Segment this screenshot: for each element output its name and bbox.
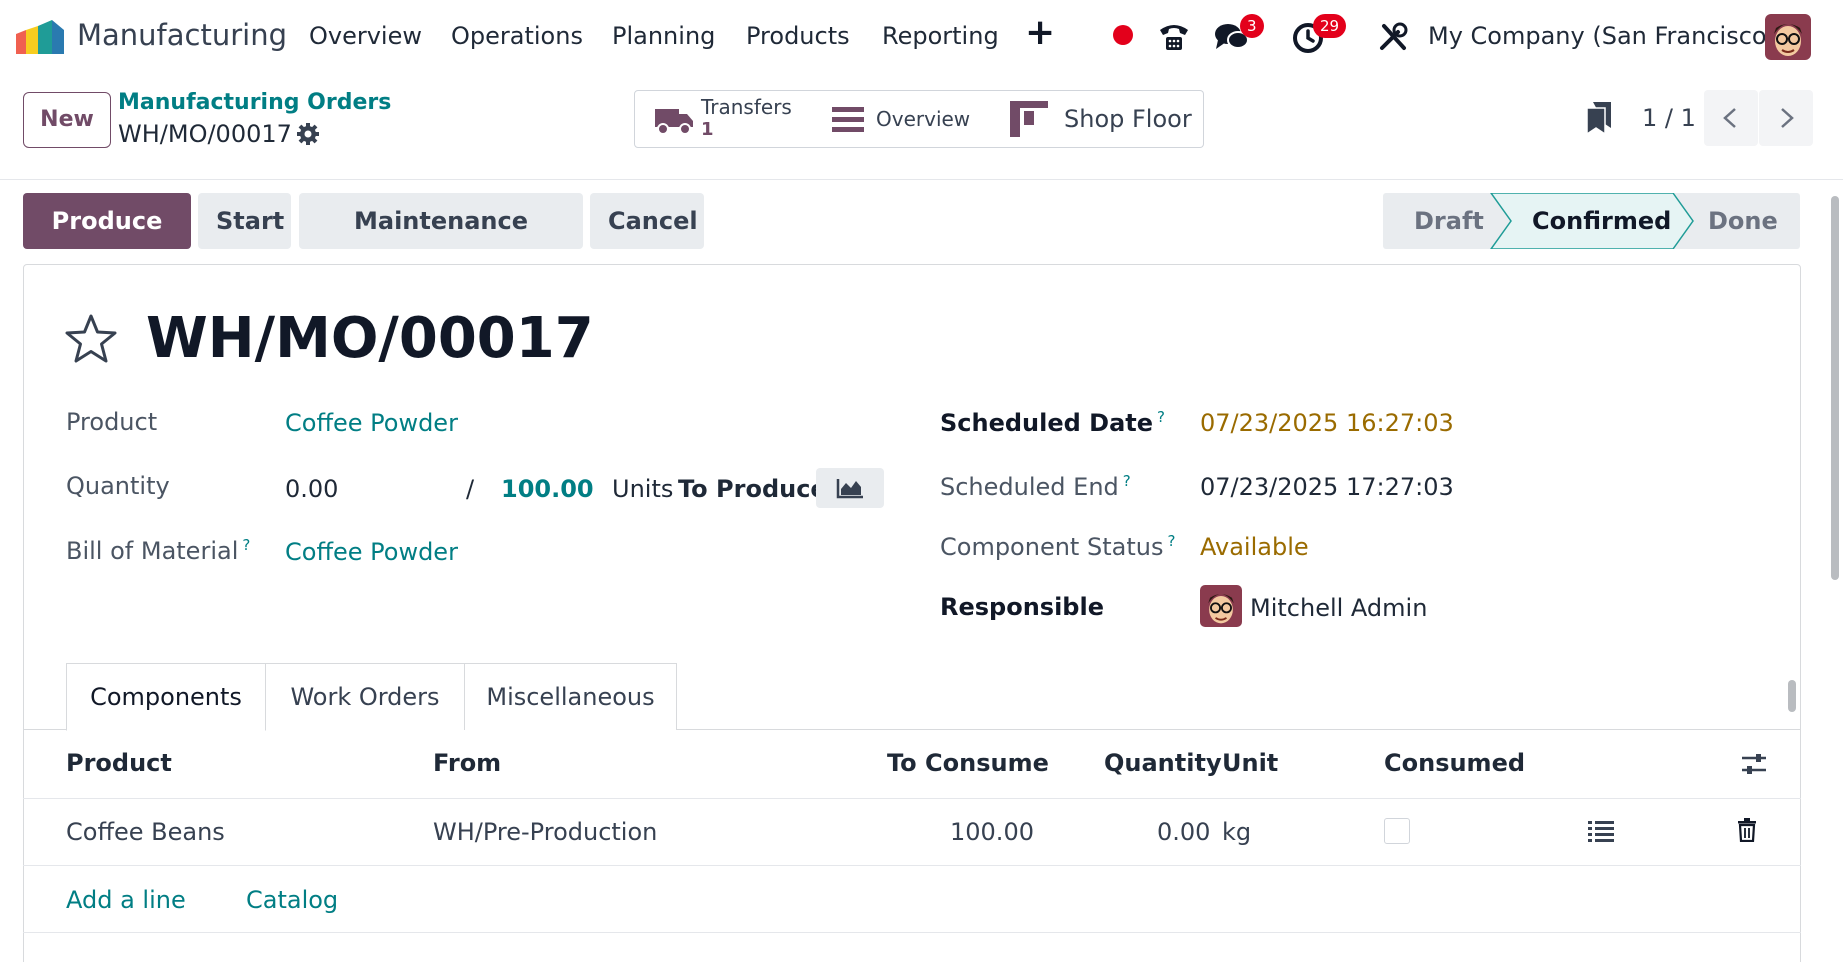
col-header-to-consume[interactable]: To Consume bbox=[887, 749, 1049, 777]
menu-overview[interactable]: Overview bbox=[309, 22, 422, 50]
breadcrumb-current: WH/MO/00017 bbox=[118, 120, 292, 148]
messages-badge: 3 bbox=[1240, 14, 1264, 38]
area-chart-icon bbox=[836, 479, 863, 499]
status-draft[interactable]: Draft bbox=[1414, 207, 1484, 235]
trash-icon[interactable] bbox=[1737, 818, 1757, 842]
header-row-divider bbox=[23, 798, 1801, 799]
forecast-report-button[interactable] bbox=[816, 468, 884, 508]
status-bar: Draft Confirmed Done bbox=[1383, 193, 1800, 249]
status-done[interactable]: Done bbox=[1708, 207, 1778, 235]
pager-previous-button[interactable] bbox=[1704, 90, 1758, 146]
list-bars-icon bbox=[832, 107, 864, 132]
produce-all-button[interactable]: Produce All bbox=[23, 193, 191, 291]
quantity-label: Quantity bbox=[66, 472, 170, 500]
debug-tools-icon[interactable] bbox=[1378, 22, 1408, 52]
responsible-label: Responsible bbox=[940, 593, 1104, 621]
overview-label: Overview bbox=[876, 107, 971, 131]
plus-icon[interactable]: + bbox=[1025, 12, 1055, 53]
row-unit[interactable]: kg bbox=[1222, 818, 1251, 846]
bom-label: Bill of Material? bbox=[66, 536, 251, 565]
start-button[interactable]: Start bbox=[198, 193, 291, 249]
status-confirmed[interactable]: Confirmed bbox=[1532, 207, 1671, 235]
bookmark-icon[interactable] bbox=[1587, 102, 1611, 134]
transfers-smart-button[interactable]: Transfers 1 bbox=[634, 90, 817, 148]
component-status-label: Component Status? bbox=[940, 532, 1176, 561]
col-header-product[interactable]: Product bbox=[66, 749, 172, 777]
top-navbar: Manufacturing Overview Operations Planni… bbox=[0, 0, 1843, 72]
truck-icon bbox=[655, 109, 693, 135]
component-status-value: Available bbox=[1200, 533, 1309, 561]
cancel-button[interactable]: Cancel bbox=[590, 193, 704, 249]
user-avatar[interactable] bbox=[1765, 14, 1811, 60]
scheduled-end-field[interactable]: 07/23/2025 17:27:03 bbox=[1200, 473, 1454, 501]
manufacturing-app-icon[interactable] bbox=[16, 20, 64, 54]
shop-floor-icon bbox=[1010, 101, 1048, 137]
new-button[interactable]: New bbox=[23, 92, 111, 148]
quantity-produced-field[interactable]: 0.00 bbox=[285, 475, 338, 503]
responsible-field[interactable]: Mitchell Admin bbox=[1250, 594, 1427, 622]
help-icon[interactable]: ? bbox=[242, 536, 250, 554]
phone-icon[interactable] bbox=[1157, 20, 1191, 52]
quantity-target-field[interactable]: 100.00 bbox=[501, 475, 594, 503]
col-header-from[interactable]: From bbox=[433, 749, 501, 777]
scheduled-date-label: Scheduled Date? bbox=[940, 408, 1166, 437]
col-header-quantity[interactable]: Quantity bbox=[1104, 749, 1222, 777]
chevron-left-icon bbox=[1723, 108, 1736, 128]
menu-products[interactable]: Products bbox=[746, 22, 850, 50]
quantity-separator: / bbox=[466, 475, 475, 503]
row-from[interactable]: WH/Pre-Production bbox=[433, 818, 657, 846]
catalog-link[interactable]: Catalog bbox=[246, 886, 338, 914]
tab-miscellaneous[interactable]: Miscellaneous bbox=[464, 663, 677, 730]
app-name[interactable]: Manufacturing bbox=[77, 18, 287, 52]
shop-floor-label: Shop Floor bbox=[1064, 105, 1192, 133]
scheduled-end-label: Scheduled End? bbox=[940, 472, 1131, 501]
menu-operations[interactable]: Operations bbox=[451, 22, 583, 50]
tab-scrollbar[interactable] bbox=[1788, 680, 1796, 712]
gear-icon[interactable] bbox=[296, 122, 320, 146]
responsible-avatar bbox=[1200, 585, 1242, 627]
row-product[interactable]: Coffee Beans bbox=[66, 818, 225, 846]
col-header-consumed[interactable]: Consumed bbox=[1384, 749, 1525, 777]
optional-columns-icon[interactable] bbox=[1741, 752, 1767, 776]
bom-field[interactable]: Coffee Powder bbox=[285, 538, 458, 566]
help-icon[interactable]: ? bbox=[1123, 472, 1131, 490]
star-icon[interactable] bbox=[64, 313, 118, 365]
transfers-label: Transfers bbox=[701, 95, 792, 119]
breadcrumb-parent[interactable]: Manufacturing Orders bbox=[118, 90, 391, 115]
help-icon[interactable]: ? bbox=[1167, 532, 1175, 550]
footer-divider bbox=[23, 932, 1801, 933]
recording-dot-icon[interactable] bbox=[1113, 25, 1133, 45]
row-to-consume[interactable]: 100.00 bbox=[950, 818, 1034, 846]
pager-value[interactable]: 1 / 1 bbox=[1642, 104, 1696, 132]
maintenance-request-button[interactable]: Maintenance Request bbox=[299, 193, 583, 291]
activities-badge: 29 bbox=[1313, 14, 1347, 38]
control-panel: New Manufacturing Orders WH/MO/00017 Tra… bbox=[0, 72, 1843, 180]
menu-planning[interactable]: Planning bbox=[612, 22, 715, 50]
transfers-count: 1 bbox=[701, 119, 714, 140]
to-produce-label: To Produce bbox=[678, 475, 827, 503]
company-switcher[interactable]: My Company (San Francisco) bbox=[1428, 22, 1776, 50]
detailed-operations-icon[interactable] bbox=[1588, 820, 1614, 842]
product-field[interactable]: Coffee Powder bbox=[285, 409, 458, 437]
help-icon[interactable]: ? bbox=[1157, 408, 1165, 426]
consumed-checkbox[interactable] bbox=[1384, 818, 1410, 844]
scheduled-date-field[interactable]: 07/23/2025 16:27:03 bbox=[1200, 409, 1454, 437]
tab-work-orders[interactable]: Work Orders bbox=[265, 663, 465, 730]
product-label: Product bbox=[66, 408, 158, 436]
page-scrollbar[interactable] bbox=[1831, 196, 1839, 580]
pager-next-button[interactable] bbox=[1759, 90, 1813, 146]
chevron-right-icon bbox=[1781, 108, 1794, 128]
shop-floor-smart-button[interactable]: Shop Floor bbox=[998, 90, 1204, 148]
col-header-unit[interactable]: Unit bbox=[1222, 749, 1278, 777]
quantity-unit[interactable]: Units bbox=[612, 475, 673, 503]
add-line-link[interactable]: Add a line bbox=[66, 886, 186, 914]
overview-smart-button[interactable]: Overview bbox=[816, 90, 999, 148]
record-title[interactable]: WH/MO/00017 bbox=[146, 306, 594, 371]
menu-reporting[interactable]: Reporting bbox=[882, 22, 999, 50]
row-divider bbox=[23, 865, 1801, 866]
row-quantity[interactable]: 0.00 bbox=[1157, 818, 1210, 846]
tab-components[interactable]: Components bbox=[66, 663, 266, 731]
